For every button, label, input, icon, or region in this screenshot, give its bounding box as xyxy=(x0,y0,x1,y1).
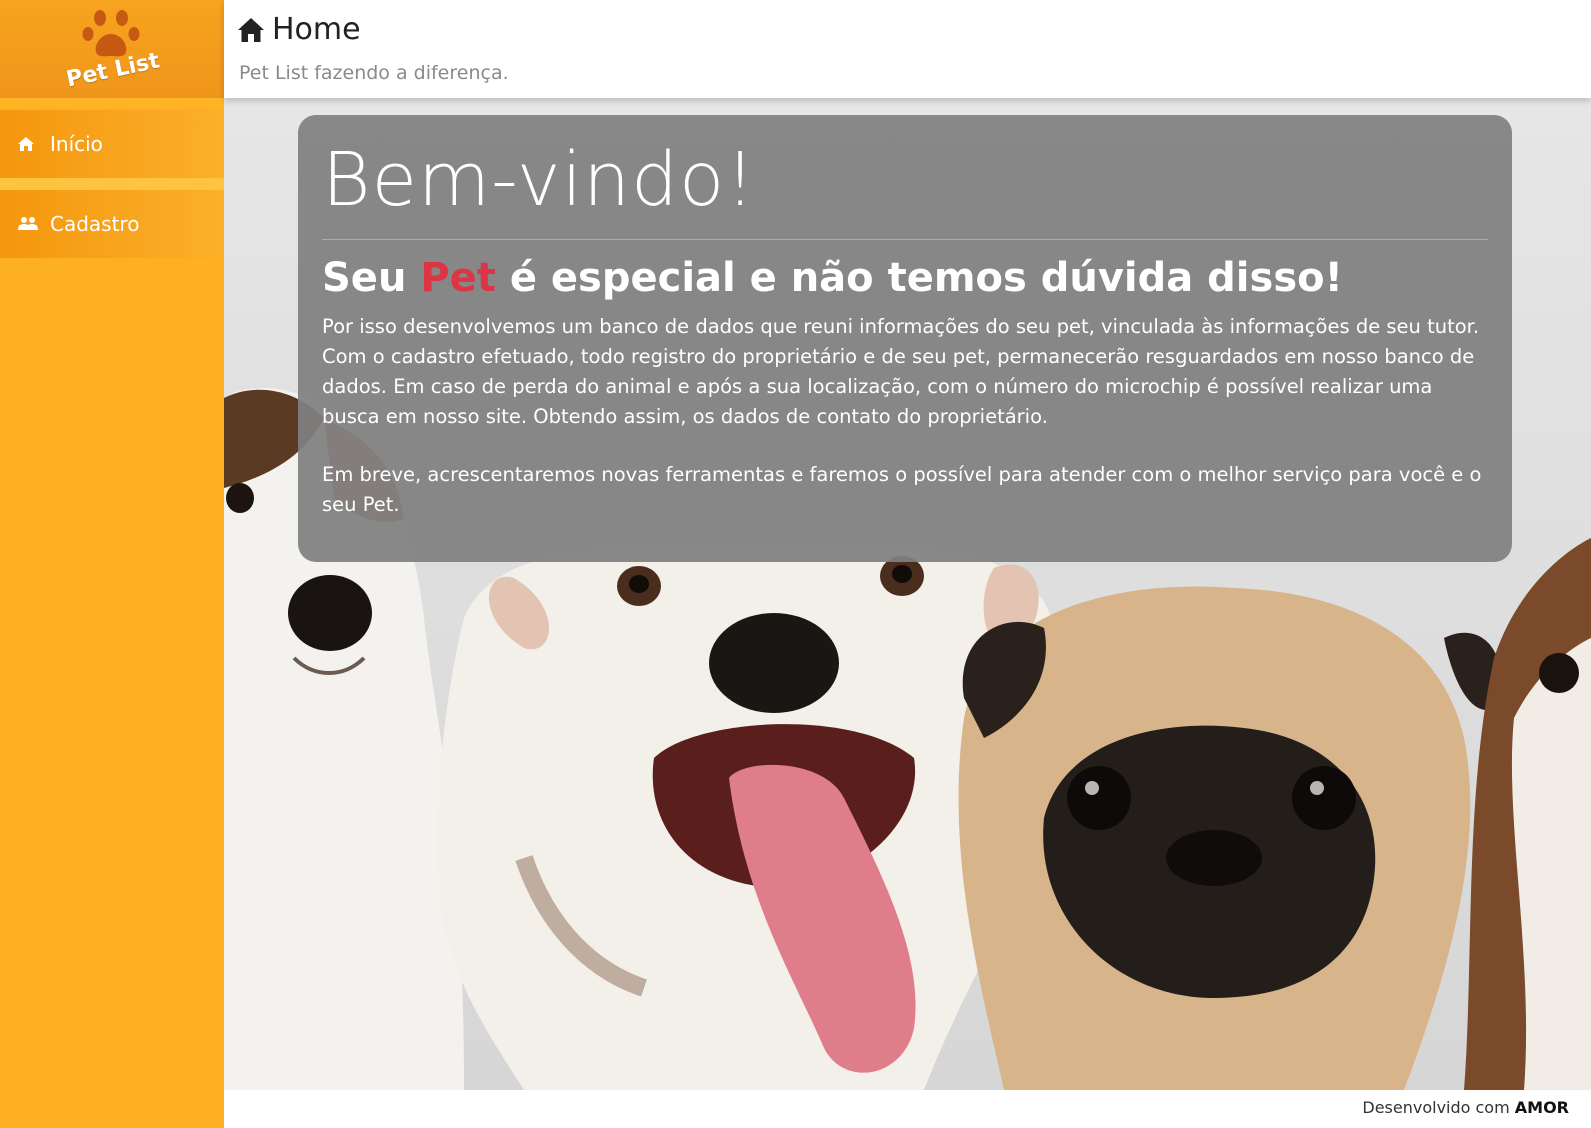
nav-divider xyxy=(0,178,224,190)
sidebar-item-inicio[interactable]: Início xyxy=(0,110,224,178)
sidebar-item-label: Início xyxy=(50,132,103,156)
sidebar: Pet List Início Cadastro xyxy=(0,0,224,1128)
welcome-heading: Bem-vindo! xyxy=(322,137,756,223)
logo-divider xyxy=(0,98,224,108)
home-icon xyxy=(238,17,264,42)
page-title-text: Home xyxy=(272,12,361,47)
brand-logo[interactable]: Pet List xyxy=(0,0,224,98)
page-subtitle: Pet List fazendo a diferença. xyxy=(239,62,509,84)
users-icon xyxy=(18,216,44,232)
welcome-card: Bem-vindo! Seu Pet é especial e não temo… xyxy=(298,115,1512,562)
tagline-highlight: Pet xyxy=(420,255,496,301)
page-title: Home xyxy=(238,12,361,47)
welcome-paragraph-2: Em breve, acrescentaremos novas ferramen… xyxy=(322,463,1482,516)
home-icon xyxy=(18,137,44,151)
footer-credit: Desenvolvido com AMOR xyxy=(1362,1098,1569,1117)
tagline-prefix: Seu xyxy=(322,255,421,301)
footer-brand: AMOR xyxy=(1514,1098,1569,1117)
footer-prefix: Desenvolvido com xyxy=(1362,1098,1515,1117)
tagline-suffix: é especial e não temos dúvida disso! xyxy=(495,255,1343,301)
welcome-tagline: Seu Pet é especial e não temos dúvida di… xyxy=(322,255,1343,301)
sidebar-item-label: Cadastro xyxy=(50,212,140,236)
sidebar-item-cadastro[interactable]: Cadastro xyxy=(0,190,224,258)
card-divider xyxy=(322,239,1488,240)
page-header: Home Pet List fazendo a diferença. xyxy=(224,0,1591,98)
welcome-paragraph-1: Por isso desenvolvemos um banco de dados… xyxy=(322,315,1480,428)
page-footer: Desenvolvido com AMOR xyxy=(224,1090,1591,1128)
